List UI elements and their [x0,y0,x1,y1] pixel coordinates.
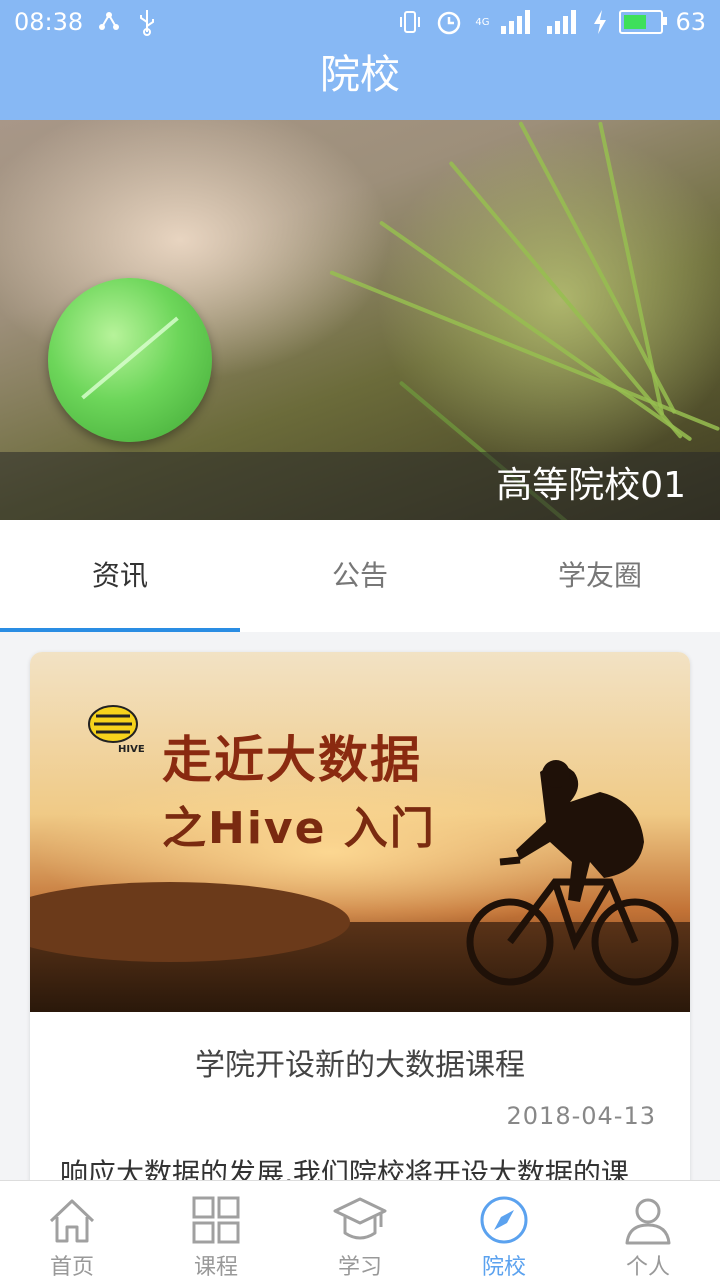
alarm-icon [438,11,461,35]
school-banner: 高等院校01 [0,120,720,520]
tab-announcements[interactable]: 公告 [240,520,480,632]
hive-logo-icon: HIVE [88,705,145,755]
news-image-title-1: 走近大数据 [162,731,422,789]
vibrate-icon [400,11,421,33]
share-icon [99,12,119,30]
nav-schools-label: 院校 [481,1255,526,1280]
status-time: 08:38 [14,8,84,36]
grid-icon [192,1196,240,1244]
charging-icon [594,10,607,34]
hive-logo-text: HIVE [118,744,145,755]
school-name: 高等院校01 [0,452,720,520]
page-title: 院校 [0,46,720,120]
tab-bar: 资讯 公告 学友圈 [0,520,720,632]
compass-icon [480,1196,528,1244]
signal-icon [501,10,531,34]
person-icon [625,1198,671,1245]
nav-study-label: 学习 [337,1255,382,1280]
nav-profile-label: 个人 [625,1255,670,1280]
news-date: 2018-04-13 [506,1102,656,1130]
signal-icon-2 [547,10,577,34]
nav-study[interactable]: 学习 [288,1181,432,1281]
nav-home[interactable]: 首页 [0,1181,144,1281]
tab-classmates[interactable]: 学友圈 [480,520,720,632]
nav-home-label: 首页 [49,1255,94,1280]
tab-news[interactable]: 资讯 [0,520,240,632]
cyclist-silhouette [466,760,679,986]
battery-percent: 63 [675,8,706,36]
nav-profile[interactable]: 个人 [576,1181,720,1281]
home-icon [49,1199,95,1243]
bottom-nav: 首页 课程 学习 院校 个人 [0,1180,720,1281]
nav-courses-label: 课程 [193,1255,238,1280]
nav-courses[interactable]: 课程 [144,1181,288,1281]
status-right-icons: 4G 63 [397,8,706,36]
graduation-cap-icon [333,1197,387,1240]
news-image: HIVE 走近大数据 之Hive 入门 [30,652,690,1012]
usb-icon [140,10,154,36]
school-logo [48,278,212,442]
status-bar: 08:38 4G 63 [0,0,720,46]
nav-schools[interactable]: 院校 [432,1181,576,1281]
network-type: 4G [475,16,490,28]
battery-icon [619,10,668,34]
news-title: 学院开设新的大数据课程 [195,1048,525,1083]
news-card[interactable]: HIVE 走近大数据 之Hive 入门 学院开设新的大数据课程 2018-04-… [30,652,690,1212]
status-left-icons [96,8,158,36]
news-image-title-2: 之Hive 入门 [162,803,436,854]
